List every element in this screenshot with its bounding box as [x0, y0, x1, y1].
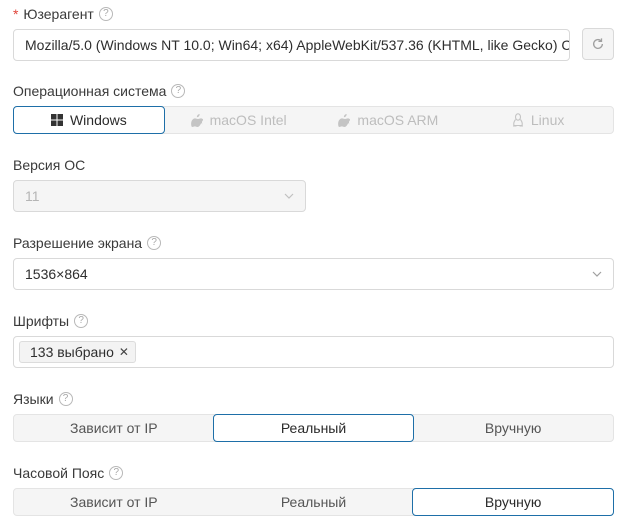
languages-label-text: Языки	[13, 391, 54, 407]
apple-icon	[338, 113, 351, 127]
refresh-useragent-button[interactable]	[582, 28, 614, 60]
timezone-option-label: Реальный	[280, 494, 347, 510]
timezone-option-manual[interactable]: Вручную	[412, 488, 615, 516]
os-option-label: Linux	[530, 112, 565, 128]
help-icon[interactable]: ?	[58, 392, 73, 406]
fonts-label: Шрифты ?	[13, 312, 89, 330]
timezone-option-label: Вручную	[484, 494, 542, 510]
resolution-select[interactable]: 1536×864	[13, 258, 614, 290]
apple-icon	[190, 113, 203, 127]
languages-option-real[interactable]: Реальный	[212, 414, 415, 442]
timezone-option-label: Зависит от IP	[70, 494, 158, 510]
refresh-icon	[592, 38, 604, 49]
os-option-label: Windows	[69, 112, 127, 128]
languages-option-label: Вручную	[484, 420, 542, 436]
languages-option-label: Реальный	[280, 420, 347, 436]
help-icon[interactable]: ?	[109, 466, 124, 480]
timezone-option-real[interactable]: Реальный	[214, 489, 414, 515]
os-selector: Windows macOS Intel macOS ARM Linux	[13, 106, 614, 134]
timezone-label-text: Часовой Пояс	[13, 465, 105, 481]
linux-icon	[512, 113, 523, 127]
languages-option-by-ip[interactable]: Зависит от IP	[14, 415, 214, 441]
timezone-option-by-ip[interactable]: Зависит от IP	[14, 489, 214, 515]
os-version-label-text: Версия ОС	[13, 157, 86, 173]
os-option-label: macOS Intel	[209, 112, 287, 128]
languages-label: Языки ?	[13, 390, 73, 408]
close-icon[interactable]: ✕	[119, 345, 129, 359]
fonts-tag-label: 133 выбрано	[30, 344, 114, 360]
os-option-macos-intel[interactable]: macOS Intel	[164, 107, 314, 133]
fonts-label-text: Шрифты	[13, 313, 70, 329]
os-version-select[interactable]: 11	[13, 180, 306, 212]
languages-selector: Зависит от IP Реальный Вручную	[13, 414, 614, 442]
help-icon[interactable]: ?	[171, 84, 186, 98]
os-option-linux[interactable]: Linux	[463, 107, 613, 133]
required-mark: *	[13, 6, 19, 22]
timezone-selector: Зависит от IP Реальный Вручную	[13, 488, 615, 516]
timezone-label: Часовой Пояс ?	[13, 464, 124, 482]
os-label-text: Операционная система	[13, 83, 167, 99]
resolution-label-text: Разрешение экрана	[13, 235, 143, 251]
os-label: Операционная система ?	[13, 82, 186, 100]
fonts-select[interactable]: 133 выбрано ✕	[13, 336, 614, 368]
useragent-value: Mozilla/5.0 (Windows NT 10.0; Win64; x64…	[25, 37, 569, 53]
os-version-label: Версия ОС	[13, 156, 85, 174]
languages-option-label: Зависит от IP	[70, 420, 158, 436]
useragent-label-text: Юзерагент	[23, 6, 94, 22]
chevron-down-icon	[592, 271, 602, 277]
fonts-selected-tag: 133 выбрано ✕	[19, 341, 136, 363]
useragent-input[interactable]: Mozilla/5.0 (Windows NT 10.0; Win64; x64…	[13, 29, 570, 61]
os-version-value: 11	[25, 188, 40, 204]
os-option-label: macOS ARM	[357, 112, 439, 128]
os-option-windows[interactable]: Windows	[13, 106, 165, 134]
languages-option-manual[interactable]: Вручную	[413, 415, 613, 441]
resolution-label: Разрешение экрана ?	[13, 234, 162, 252]
help-icon[interactable]: ?	[147, 236, 162, 250]
useragent-label: * Юзерагент ?	[13, 5, 113, 23]
resolution-value: 1536×864	[25, 266, 88, 282]
os-option-macos-arm[interactable]: macOS ARM	[314, 107, 464, 133]
windows-icon	[50, 114, 63, 126]
chevron-down-icon	[284, 193, 294, 199]
help-icon[interactable]: ?	[74, 314, 89, 328]
help-icon[interactable]: ?	[98, 7, 113, 21]
